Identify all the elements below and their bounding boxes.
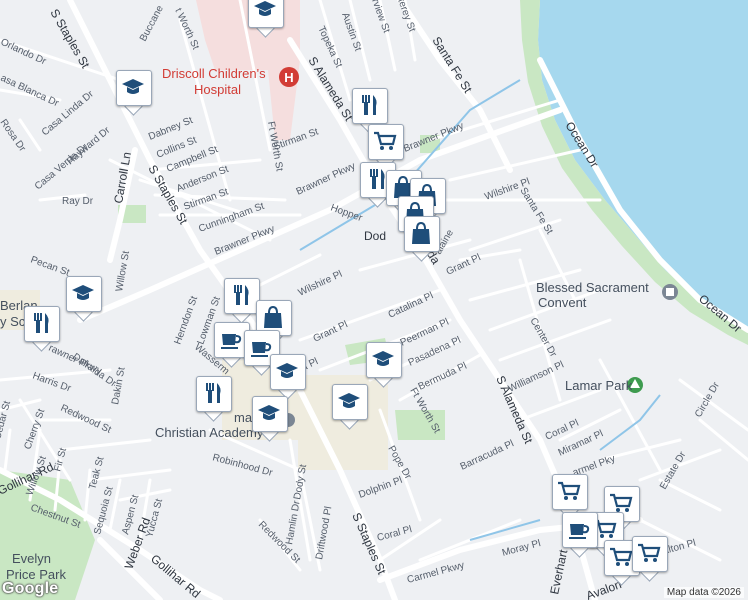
- grocery-pin[interactable]: [632, 536, 668, 582]
- school-pin[interactable]: [332, 384, 368, 430]
- graduation-cap-icon: [258, 405, 280, 420]
- berlanga-label-2: y Sc: [0, 314, 26, 329]
- shopping-cart-icon: [638, 543, 661, 562]
- graduation-cap-icon: [338, 393, 360, 408]
- hospital-label-2: Hospital: [194, 82, 241, 97]
- convent-icon: [662, 284, 678, 300]
- school-pin[interactable]: [248, 0, 284, 38]
- convent-label: Blessed Sacrament: [536, 280, 649, 295]
- street-dodd: Dod: [364, 229, 386, 243]
- hospital-label-1: Driscoll Children's: [162, 66, 266, 81]
- evelyn-park-label-1: Evelyn: [12, 551, 51, 566]
- graduation-cap-icon: [372, 351, 394, 366]
- grocery-pin[interactable]: [368, 124, 404, 170]
- map-attribution[interactable]: Map data ©2026: [663, 587, 744, 598]
- fork-knife-icon: [234, 285, 249, 305]
- shopping-cart-icon: [558, 481, 581, 500]
- street-ray: Ray Dr: [62, 196, 94, 207]
- fork-knife-icon: [362, 95, 377, 115]
- school-pin[interactable]: [366, 342, 402, 388]
- graduation-cap-icon: [122, 79, 144, 94]
- restaurant-pin[interactable]: [352, 88, 388, 134]
- lamar-park-label: Lamar Park: [565, 378, 633, 393]
- svg-text:H: H: [284, 70, 293, 85]
- map-canvas[interactable]: H Driscoll Children's Hospital Blessed S…: [0, 0, 748, 600]
- restaurant-pin[interactable]: [224, 278, 260, 324]
- coffee-cup-icon: [569, 524, 590, 539]
- school-pin[interactable]: [252, 396, 288, 442]
- graduation-cap-icon: [276, 363, 298, 378]
- shopping-pin[interactable]: [404, 216, 440, 262]
- school-label: Christian Academy: [155, 425, 264, 440]
- convent-label-2: Convent: [538, 295, 587, 310]
- coffee-cup-icon: [221, 334, 242, 349]
- grocery-pin[interactable]: [552, 474, 588, 520]
- shopping-cart-icon: [374, 131, 397, 150]
- shopping-bag-icon: [264, 305, 282, 328]
- school-pin[interactable]: [116, 70, 152, 116]
- school-pin[interactable]: [270, 354, 306, 400]
- graduation-cap-icon: [72, 285, 94, 300]
- graduation-cap-icon: [254, 1, 276, 16]
- restaurant-pin[interactable]: [196, 376, 232, 422]
- fork-knife-icon: [34, 313, 49, 333]
- fork-knife-icon: [206, 383, 221, 403]
- shopping-cart-icon: [610, 547, 633, 566]
- restaurant-pin[interactable]: [24, 306, 60, 352]
- google-logo: Google: [2, 580, 59, 597]
- school-pin[interactable]: [66, 276, 102, 322]
- shopping-bag-icon: [412, 221, 430, 244]
- hospital-icon: H: [279, 67, 299, 87]
- cafe-pin[interactable]: [562, 512, 598, 558]
